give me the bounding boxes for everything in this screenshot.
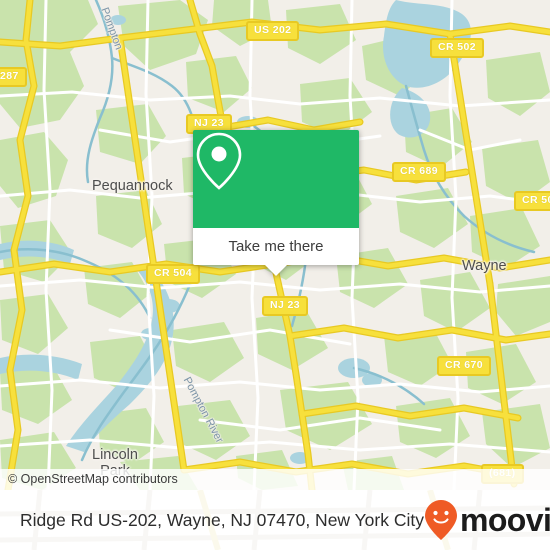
take-me-there-label: Take me there [228,238,324,255]
road-shield-i-287[interactable]: 287 [0,67,27,87]
moovit-wordmark: moovit [460,502,550,538]
location-popup-card[interactable]: Take me there [193,130,359,276]
place-label-lincoln-park-line1: Lincoln [92,447,138,463]
take-me-there-button[interactable]: Take me there [193,228,359,265]
map-canvas[interactable]: US 202 CR 502 287 NJ 23 CR 689 CR 504 CR… [0,0,550,490]
road-shield-cr-689[interactable]: CR 689 [392,162,447,182]
place-label-wayne: Wayne [462,258,507,274]
popup-pointer [265,265,287,276]
place-label-pequannock: Pequannock [92,178,173,194]
road-shield-nj-23-south[interactable]: NJ 23 [262,296,309,316]
road-shield-cr-670[interactable]: CR 670 [437,356,492,376]
road-shield-cr-502[interactable]: CR 502 [430,38,485,58]
osm-attribution[interactable]: © OpenStreetMap contributors [0,469,550,490]
location-title: Ridge Rd US-202, Wayne, NJ 07470, New Yo… [20,509,424,530]
popup-header [193,130,359,228]
screenshot-root: US 202 CR 502 287 NJ 23 CR 689 CR 504 CR… [0,0,550,550]
footer-bar: Ridge Rd US-202, Wayne, NJ 07470, New Yo… [0,490,550,550]
moovit-logo[interactable]: moovit [424,499,550,541]
map-pin-icon [196,132,242,190]
road-shield-us-202[interactable]: US 202 [246,21,300,41]
road-shield-cr-504-east[interactable]: CR 504 [514,191,550,211]
road-shield-cr-504-west[interactable]: CR 504 [146,264,201,284]
moovit-smiley-pin-icon [425,500,457,540]
